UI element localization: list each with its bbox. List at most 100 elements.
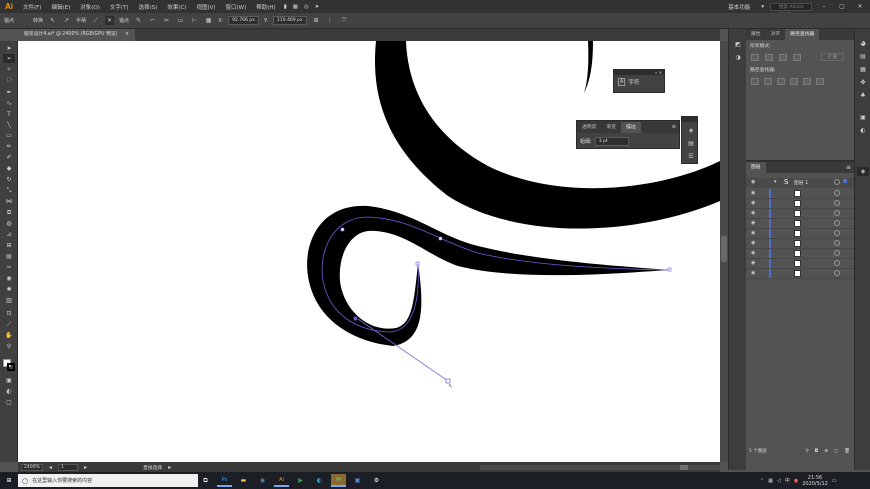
layer-row[interactable]: ◉ [746, 209, 854, 219]
scale-icon[interactable]: ⤡ [3, 186, 15, 195]
unite-icon[interactable] [751, 53, 759, 61]
illustrator-taskbar-icon[interactable]: Ai [274, 474, 289, 487]
layer-row[interactable]: ◉ [746, 199, 854, 209]
menu-effect[interactable]: 效果(C) [162, 3, 191, 11]
rectangle-tool-icon[interactable]: ▭ [3, 131, 15, 140]
horizontal-scrollbar[interactable] [480, 464, 720, 470]
workspace-switcher[interactable]: 基本功能 [723, 3, 755, 11]
width-tool-icon[interactable]: ⋈ [3, 197, 15, 206]
new-layer-icon[interactable]: ▢ [834, 449, 838, 454]
blend-icon[interactable]: ◉ [3, 274, 15, 283]
menu-edit[interactable]: 编辑(E) [46, 3, 75, 11]
menu-object[interactable]: 对象(O) [75, 3, 105, 11]
isolate-icon[interactable]: ▭ [176, 16, 185, 25]
notification-icon[interactable]: ▭ [832, 478, 837, 484]
layer-selected-marker[interactable] [843, 179, 847, 183]
document-tab[interactable]: 服装设计4.ai* @ 2400% (RGB/GPU 预览) × [18, 29, 136, 41]
send-icon[interactable]: ➤ [312, 4, 323, 10]
eye-icon[interactable]: ◉ [751, 250, 755, 256]
color-panel-icon[interactable]: ◕ [857, 39, 869, 48]
layer-target-icon[interactable] [834, 240, 840, 246]
wechat-icon[interactable]: ✉ [331, 474, 346, 487]
layers-menu-icon[interactable]: ≡ [846, 164, 854, 171]
locate-object-icon[interactable]: ⚲ [805, 449, 808, 454]
network-icon[interactable]: ▦ [768, 478, 773, 484]
layer-row[interactable]: ◉ [746, 239, 854, 249]
task-view-icon[interactable]: ⧉ [198, 474, 213, 487]
tab-close-icon[interactable]: × [125, 32, 129, 37]
handle-hide-icon[interactable]: ⟋ [91, 16, 100, 25]
pen-tool-icon[interactable]: ✒ [3, 88, 15, 97]
selection-tool-icon[interactable]: ➤ [3, 44, 15, 53]
menu-type[interactable]: 文字(T) [105, 3, 134, 11]
ime-indicator[interactable]: 中 [785, 477, 790, 484]
layer-row[interactable]: ◉ [746, 219, 854, 229]
tab-align[interactable]: 对齐 [766, 29, 786, 40]
screen-mode-icon[interactable]: ▢ [3, 398, 15, 407]
magic-wand-icon[interactable]: ✧ [3, 65, 15, 74]
zoom-field[interactable]: 2400% [21, 463, 43, 471]
next-artboard-icon[interactable]: ▸ [84, 464, 87, 471]
layer-target-icon[interactable] [834, 230, 840, 236]
perspective-grid-icon[interactable]: ⊿ [3, 230, 15, 239]
tab-pathfinder[interactable]: 路径查找器 [785, 29, 820, 40]
tab-layers[interactable]: 图层 [746, 162, 766, 173]
artboard-icon[interactable]: ⊡ [3, 309, 15, 318]
tab-stroke[interactable]: 描边 [621, 121, 641, 133]
appearance-icon[interactable]: ◐ [857, 126, 869, 135]
scroll-thumb[interactable] [680, 464, 688, 470]
layer-target-icon[interactable] [834, 220, 840, 226]
close-icon[interactable]: ✕ [854, 3, 866, 10]
layer-target-icon[interactable] [834, 200, 840, 206]
menu-view[interactable]: 视图(V) [191, 3, 220, 11]
eye-icon[interactable]: ◉ [751, 240, 755, 246]
bridge-icon[interactable]: ▮ [281, 4, 290, 10]
layer-target-icon[interactable] [834, 179, 840, 185]
app-tray-icon[interactable]: ● [794, 478, 798, 484]
prev-artboard-icon[interactable]: ◂ [49, 464, 52, 471]
layer-row[interactable]: ◉ [746, 249, 854, 259]
tab-properties[interactable]: 属性 [746, 29, 766, 40]
merge-icon[interactable] [777, 78, 785, 85]
column-graph-icon[interactable]: ▥ [3, 296, 15, 305]
symbol-sprayer-icon[interactable]: ✺ [3, 285, 15, 294]
chevron-down-icon[interactable]: ▾ [761, 4, 764, 10]
paintbrush-icon[interactable]: ✏ [3, 142, 15, 151]
scroll-thumb[interactable] [721, 236, 727, 262]
libraries-icon[interactable]: ◩ [732, 40, 744, 49]
artboard-canvas[interactable]: ↖ [18, 41, 720, 462]
menu-window[interactable]: 窗口(W) [221, 3, 252, 11]
shape-builder-icon[interactable]: ◍ [3, 219, 15, 228]
delete-layer-icon[interactable]: 🗑 [844, 449, 854, 454]
eye-icon[interactable]: ◉ [751, 220, 755, 226]
layer-target-icon[interactable] [834, 250, 840, 256]
layer-target-icon[interactable] [834, 270, 840, 276]
expand-arrow-icon[interactable]: ▾ [774, 179, 777, 185]
layer-row[interactable]: ◉ [746, 269, 854, 279]
browser-icon[interactable]: ◐ [312, 474, 327, 487]
artboard-number-field[interactable]: 1 [58, 463, 79, 471]
zoom-tool-icon[interactable]: ⚲ [3, 342, 15, 351]
layer-row[interactable]: ◉ [746, 189, 854, 199]
menu-lines-icon[interactable]: ☰ [685, 152, 697, 161]
lasso-icon[interactable]: ◌ [3, 75, 15, 84]
eye-icon[interactable]: ◉ [751, 190, 755, 196]
stroke-weight-field[interactable]: 3 pt [594, 137, 629, 146]
taskbar-search[interactable]: ○ 在这里输入你要搜索的内容 [18, 474, 198, 487]
layer-row[interactable]: ◉ [746, 229, 854, 239]
expand-button[interactable]: 扩展 [821, 53, 844, 61]
minus-back-icon[interactable] [816, 78, 824, 85]
graphic-styles-icon[interactable]: ▤ [685, 139, 697, 148]
eye-icon[interactable]: ◉ [751, 179, 755, 185]
layer-parent-row[interactable]: ◉ ▾ S 图层 1 [746, 178, 854, 188]
vertical-scrollbar[interactable] [720, 41, 728, 462]
handle-show-icon[interactable]: ✕ [105, 16, 115, 25]
direct-selection-tool-icon[interactable]: ➢ [3, 54, 15, 63]
shaper-icon[interactable]: ✐ [3, 153, 15, 162]
y-field[interactable]: 119.469 px [272, 16, 307, 25]
character-panel[interactable]: » ✕ A 字符 [613, 69, 665, 93]
gradient-icon[interactable]: ▤ [3, 252, 15, 261]
file-explorer-icon[interactable]: ▬ [236, 474, 251, 487]
tab-transparency[interactable]: 透明度 [577, 122, 601, 133]
eraser-icon[interactable]: ◆ [3, 164, 15, 173]
